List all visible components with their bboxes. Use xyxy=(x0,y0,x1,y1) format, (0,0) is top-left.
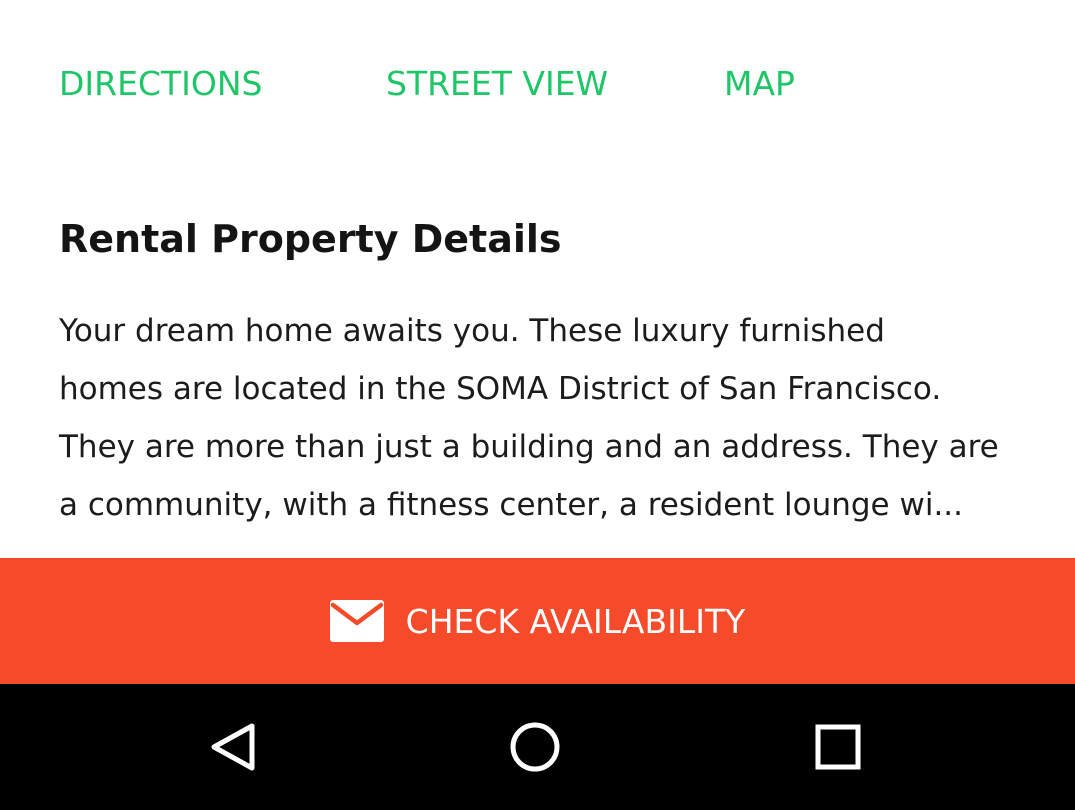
description-line: a community, with a fitness center, a re… xyxy=(59,487,964,523)
check-availability-label: CHECK AVAILABILITY xyxy=(405,601,746,641)
directions-link[interactable]: DIRECTIONS xyxy=(59,62,262,106)
map-link[interactable]: MAP xyxy=(724,62,795,106)
description-line: They are more than just a building and a… xyxy=(59,429,999,465)
description-line: homes are located in the SOMA District o… xyxy=(59,371,942,407)
check-availability-button[interactable]: CHECK AVAILABILITY xyxy=(0,558,1075,684)
section-title: Rental Property Details xyxy=(59,217,562,261)
system-navigation-bar xyxy=(0,684,1075,810)
back-button[interactable] xyxy=(202,717,262,777)
street-view-link[interactable]: STREET VIEW xyxy=(386,62,608,106)
property-description: Your dream home awaits you. These luxury… xyxy=(59,302,1034,534)
description-line: Your dream home awaits you. These luxury… xyxy=(59,313,885,349)
mail-icon xyxy=(329,600,384,642)
home-icon xyxy=(510,722,560,772)
property-details-screen: DIRECTIONS STREET VIEW MAP Rental Proper… xyxy=(0,0,1075,810)
recents-icon xyxy=(815,724,861,770)
back-icon xyxy=(211,723,255,771)
recents-button[interactable] xyxy=(808,717,868,777)
check-availability-content: CHECK AVAILABILITY xyxy=(329,600,746,642)
home-button[interactable] xyxy=(505,717,565,777)
